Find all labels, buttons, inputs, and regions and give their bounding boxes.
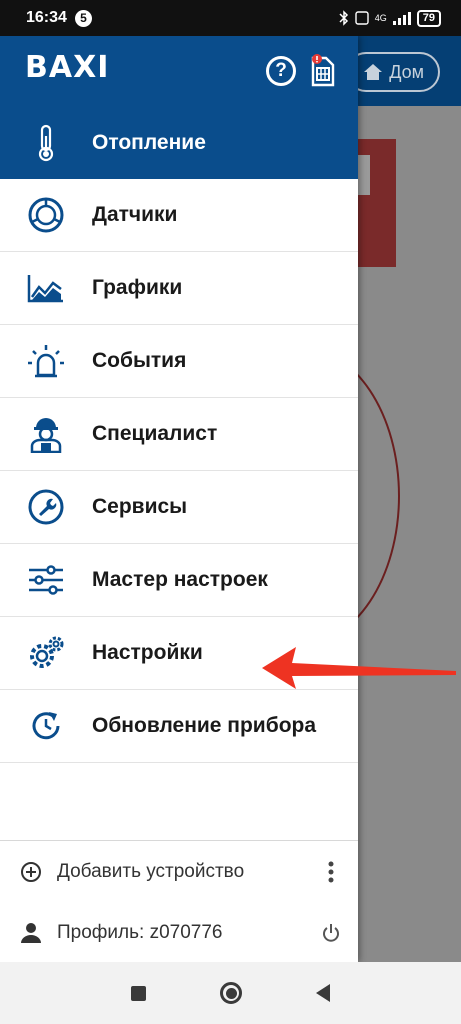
network-type: 4G	[374, 13, 387, 23]
alarm-light-icon	[25, 340, 67, 382]
wrench-icon	[25, 486, 67, 528]
gears-icon	[25, 632, 67, 674]
menu-item-charts[interactable]: Графики	[0, 252, 358, 325]
home-nav-button[interactable]	[220, 982, 242, 1004]
add-device-label: Добавить устройство	[57, 860, 245, 882]
volte-icon	[355, 11, 369, 25]
menu-item-services[interactable]: Сервисы	[0, 471, 358, 544]
person-icon	[21, 922, 41, 943]
menu-label-events: События	[92, 349, 187, 372]
status-right: 4G 79	[339, 9, 441, 27]
status-clock: 16:34	[26, 9, 67, 26]
add-circle-icon	[21, 861, 41, 882]
annotation-arrow	[262, 647, 456, 689]
more-vert-icon[interactable]	[320, 861, 342, 883]
menu-item-specialist[interactable]: Специалист	[0, 398, 358, 471]
menu-label-services: Сервисы	[92, 495, 188, 518]
menu-label-settings: Настройки	[92, 641, 203, 664]
help-button[interactable]: ?	[266, 56, 296, 86]
menu-item-sensors[interactable]: Датчики	[0, 179, 358, 252]
status-bar: 16:34 5 4G 79	[0, 0, 461, 36]
update-icon	[25, 705, 67, 747]
system-nav-bar	[0, 962, 461, 1024]
drawer-header: BAXI ?	[0, 36, 358, 106]
add-device-row[interactable]: Добавить устройство	[0, 841, 358, 902]
sensors-icon	[25, 194, 67, 236]
menu-label-charts: Графики	[92, 276, 183, 299]
menu-item-device-update[interactable]: Обновление прибора	[0, 690, 358, 763]
menu-item-heating[interactable]: Отопление	[0, 106, 358, 179]
thermometer-icon	[25, 122, 67, 164]
menu-label-device-update: Обновление прибора	[92, 714, 317, 737]
battery-indicator: 79	[416, 9, 441, 27]
status-left: 16:34 5	[26, 9, 92, 27]
home-icon	[364, 64, 383, 80]
drawer-footer: Добавить устройство Профиль: z070776	[0, 840, 358, 962]
sliders-icon	[25, 559, 67, 601]
sim-card-icon[interactable]	[310, 54, 336, 88]
menu-label-sensors: Датчики	[92, 203, 178, 226]
navigation-drawer: BAXI ? Отопление Датчики Графики События…	[0, 36, 358, 962]
chart-icon	[25, 267, 67, 309]
power-icon[interactable]	[320, 922, 342, 944]
menu-label-heating: Отопление	[92, 130, 206, 154]
menu-label-specialist: Специалист	[92, 422, 218, 445]
home-button[interactable]: Дом	[346, 52, 440, 92]
profile-row[interactable]: Профиль: z070776	[0, 902, 358, 963]
home-button-label: Дом	[389, 61, 424, 82]
menu-label-setup-wizard: Мастер настроек	[92, 568, 268, 591]
menu-item-setup-wizard[interactable]: Мастер настроек	[0, 544, 358, 617]
technician-icon	[25, 413, 67, 455]
bluetooth-icon	[339, 10, 348, 26]
notification-badge: 5	[74, 9, 92, 27]
signal-icon	[392, 12, 411, 25]
profile-label: Профиль: z070776	[57, 921, 223, 943]
back-button[interactable]	[316, 984, 330, 1002]
menu-item-events[interactable]: События	[0, 325, 358, 398]
recents-button[interactable]	[131, 985, 146, 1001]
baxi-logo: BAXI	[25, 50, 110, 85]
